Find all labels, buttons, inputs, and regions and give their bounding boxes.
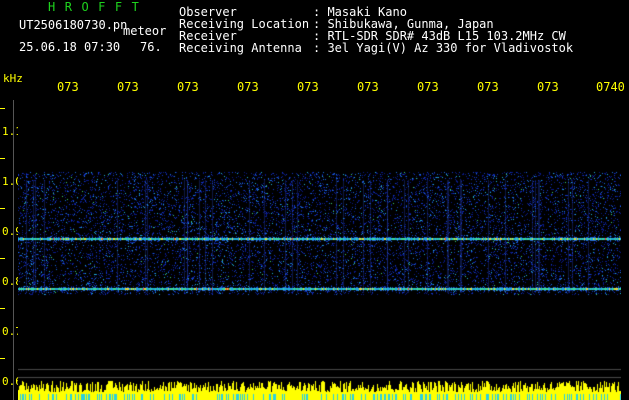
time-tick: 073 <box>297 80 319 94</box>
meteor-label: meteor <box>123 24 167 38</box>
info-antenna: Receiving Antenna : 3el Yagi(V) Az 330 fo… <box>179 42 573 54</box>
freq-gridmark <box>0 358 5 359</box>
info-value: : 3el Yagi(V) Az 330 for Vladivostok <box>313 41 574 55</box>
time-tick: 073 <box>237 80 259 94</box>
file-name: UT2506180730.pn <box>19 18 128 32</box>
time-tick: 073 <box>117 80 139 94</box>
meteor-count: 76. <box>140 40 162 54</box>
time-tick: 073 <box>537 80 559 94</box>
time-tick: 073 <box>477 80 499 94</box>
brand-title: HROFFT <box>48 0 149 14</box>
spectrogram-waterfall <box>18 100 621 400</box>
time-tick: 073 <box>417 80 439 94</box>
freq-gridmark <box>0 208 5 209</box>
freq-gridmark <box>0 308 5 309</box>
frequency-unit-label: kHz <box>3 72 23 85</box>
time-tick: 0740 <box>596 80 625 94</box>
frequency-axis-line <box>13 100 14 400</box>
info-label: Receiving Antenna <box>179 41 302 55</box>
freq-gridmark <box>0 158 5 159</box>
time-tick: 073 <box>177 80 199 94</box>
time-tick: 073 <box>57 80 79 94</box>
freq-gridmark <box>0 258 5 259</box>
observation-datetime: 25.06.18 07:30 <box>19 40 121 54</box>
freq-gridmark <box>0 108 5 109</box>
time-tick: 073 <box>357 80 379 94</box>
